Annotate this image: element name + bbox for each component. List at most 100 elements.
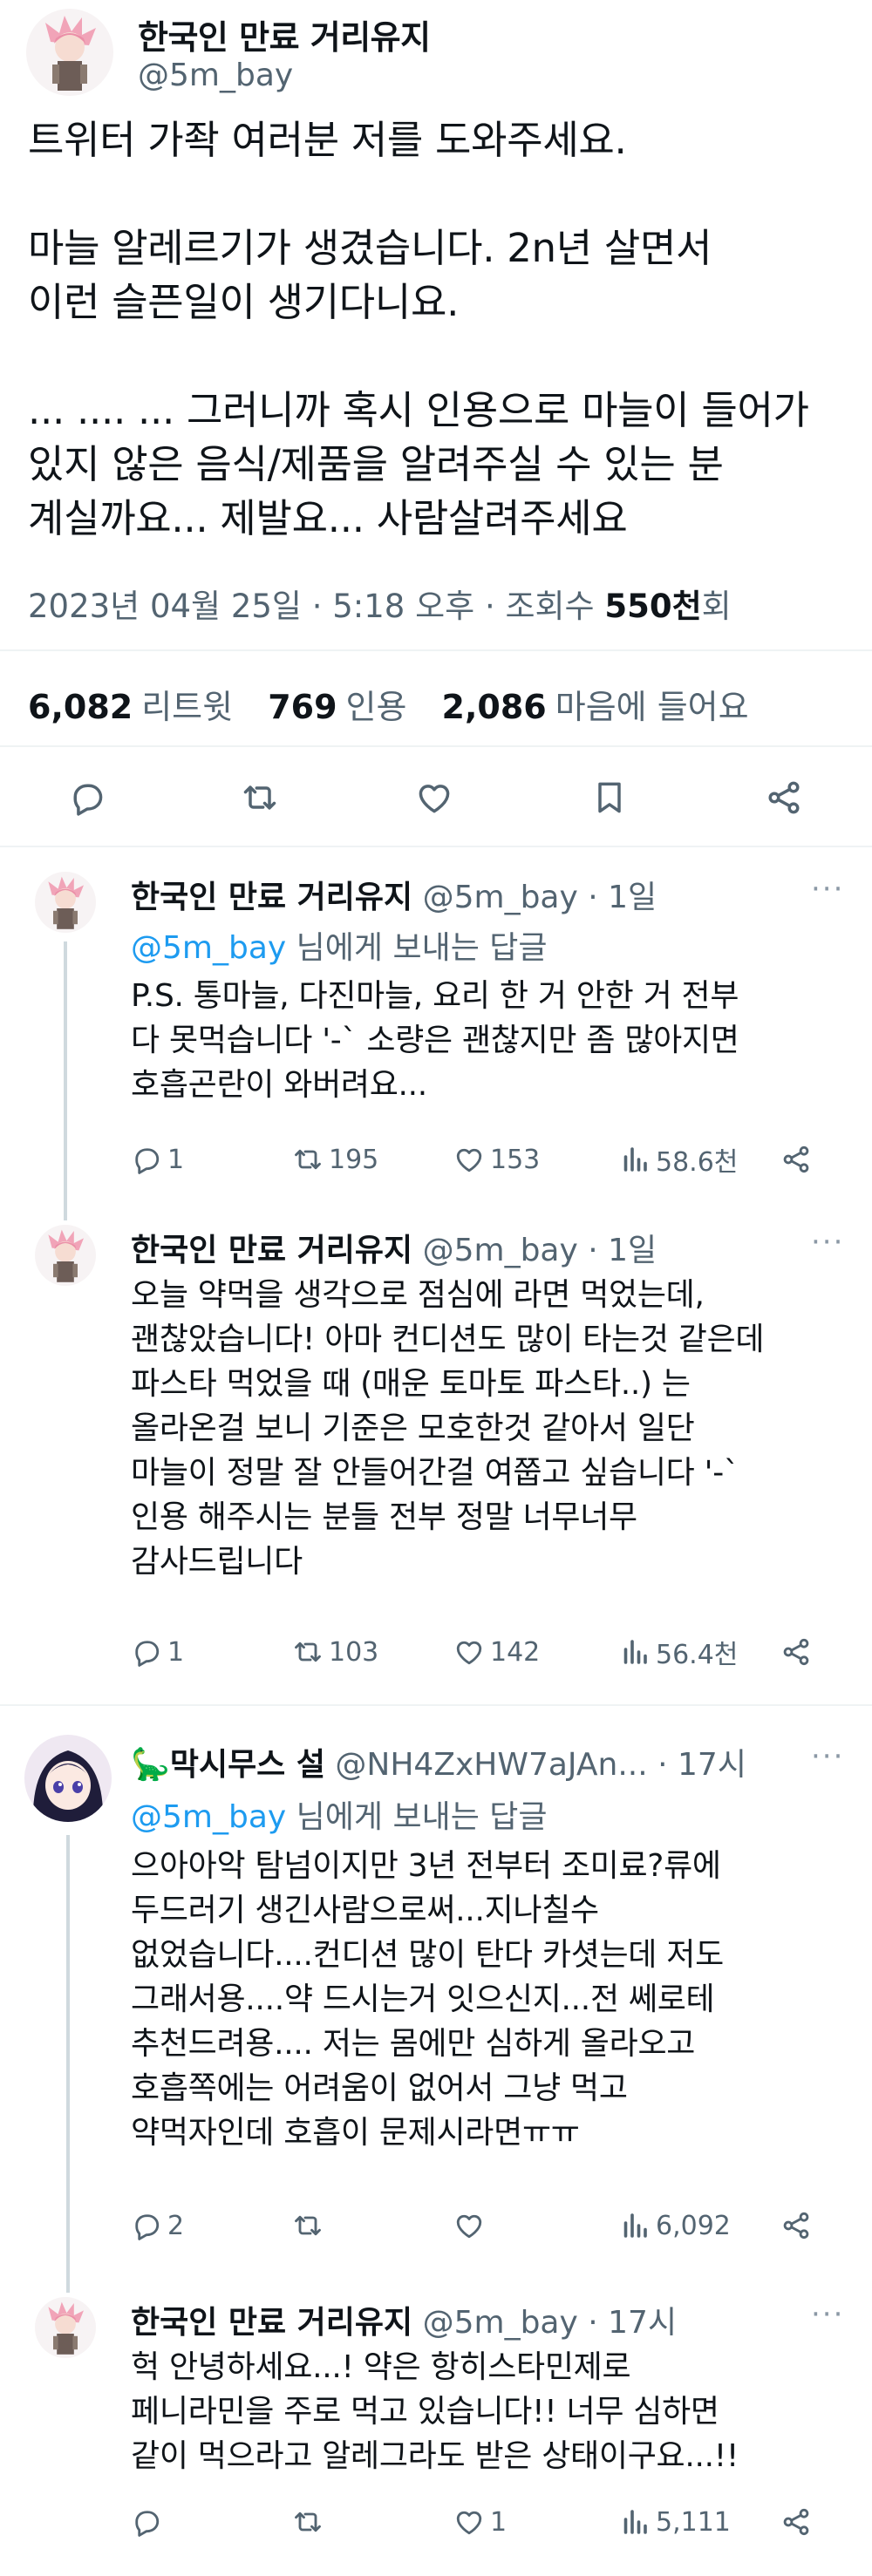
main-author-handle[interactable]: @5m_bay [138, 58, 293, 93]
retweet-button[interactable] [292, 2204, 329, 2247]
like-button[interactable] [404, 767, 465, 828]
reply-button[interactable] [57, 767, 118, 828]
reply-icon [68, 778, 106, 817]
reply-button[interactable]: 1 [131, 1138, 184, 1181]
reply-count: 1 [167, 1636, 185, 1668]
reply-to-line: @5m_bay 님에게 보내는 답글 [131, 1791, 548, 1837]
share-button[interactable] [780, 2500, 817, 2544]
reply-actions: 1 5,111 [131, 2500, 846, 2544]
retweet-button[interactable]: 103 [292, 1630, 378, 1674]
retweet-count: 195 [329, 1144, 379, 1175]
share-icon [780, 1636, 812, 1668]
like-button[interactable] [453, 2204, 490, 2247]
reply-meta[interactable]: @NH4ZxHW7aJAn... · 17시 [335, 1747, 746, 1783]
like-button[interactable]: 153 [453, 1138, 540, 1181]
views-icon [619, 1144, 651, 1175]
reply-header: 🦕막시무스 설 @NH4ZxHW7aJAn... · 17시 [131, 1739, 746, 1784]
main-author-name[interactable]: 한국인 만료 거리유지 [138, 10, 431, 58]
reply-button[interactable]: 2 [131, 2204, 184, 2247]
reply-to-text: 님에게 보내는 답글 [286, 1799, 548, 1835]
like-icon [415, 778, 453, 817]
quotes-label: 인용 [345, 688, 407, 726]
bookmark-icon [590, 778, 629, 817]
more-icon[interactable]: ··· [811, 1225, 844, 1260]
more-icon[interactable]: ··· [811, 1739, 844, 1774]
views-count: 6,092 [656, 2210, 731, 2241]
like-button[interactable]: 1 [453, 2500, 507, 2544]
views-icon [619, 2210, 651, 2241]
divider [0, 745, 872, 747]
bookmark-button[interactable] [579, 767, 640, 828]
main-tweet-stats: 6,082 리트윗 769 인용 2,086 마음에 들어요 [28, 680, 773, 728]
like-button[interactable]: 142 [453, 1630, 540, 1674]
reply-author-name[interactable]: 🦕막시무스 설 [131, 1747, 325, 1783]
retweet-icon [292, 1636, 324, 1668]
more-icon[interactable]: ··· [811, 2297, 844, 2332]
reply-to-text: 님에게 보내는 답글 [286, 930, 548, 966]
reply-button[interactable] [131, 2500, 167, 2544]
retweet-button[interactable]: 195 [292, 1138, 378, 1181]
quotes-stat[interactable]: 769 인용 [268, 688, 406, 726]
reply-header: 한국인 만료 거리유지 @5m_bay · 1일 [131, 1225, 657, 1270]
reply-meta[interactable]: @5m_bay · 1일 [423, 880, 657, 915]
views-button[interactable]: 5,111 [619, 2500, 731, 2544]
retweets-stat[interactable]: 6,082 리트윗 [28, 688, 233, 726]
views-button[interactable]: 58.6천 [619, 1138, 738, 1181]
reply-avatar[interactable] [35, 1225, 96, 1286]
main-author-avatar[interactable] [26, 9, 113, 96]
views-count: 58.6천 [656, 1147, 739, 1178]
share-icon [780, 2506, 812, 2538]
reply-to-link[interactable]: @5m_bay [131, 1799, 286, 1835]
reply-actions: 1 103 142 56.4천 [131, 1630, 846, 1674]
like-icon [453, 2506, 485, 2538]
reply-author-name[interactable]: 한국인 만료 거리유지 [131, 2305, 412, 2341]
reply-actions: 1 195 153 58.6천 [131, 1138, 846, 1181]
share-button[interactable] [780, 1630, 817, 1674]
main-tweet-text: 트위터 가좍 여러분 저를 도와주세요. 마늘 알레르기가 생겼습니다. 2n년… [28, 117, 809, 541]
retweet-icon [292, 2210, 324, 2241]
reply-icon [131, 2506, 162, 2538]
reply-actions: 2 6,092 [131, 2204, 846, 2247]
reply-icon [131, 1144, 162, 1175]
reply-text: 헉 안녕하세요...! 약은 항히스타민제로 페니라민을 주로 먹고 있습니다!… [131, 2349, 739, 2474]
reply-text: 오늘 약먹을 생각으로 점심에 라면 먹었는데, 괜찮았습니다! 아마 컨디션도… [131, 1277, 765, 1580]
main-tweet-view-suffix: 회 [701, 588, 732, 625]
retweet-button[interactable] [292, 2500, 329, 2544]
reply-avatar[interactable] [24, 1735, 112, 1822]
likes-stat[interactable]: 2,086 마음에 들어요 [442, 688, 749, 726]
reply-author-name[interactable]: 한국인 만료 거리유지 [131, 1233, 412, 1268]
views-button[interactable]: 56.4천 [619, 1630, 738, 1674]
reply-text: 으아아악 탐넘이지만 3년 전부터 조미료?류에 두드러기 생긴사람으로써...… [131, 1848, 724, 2151]
like-icon [453, 1636, 485, 1668]
reply-avatar[interactable] [35, 872, 96, 933]
reply-icon [131, 2210, 162, 2241]
share-button[interactable] [780, 1138, 817, 1181]
views-button[interactable]: 6,092 [619, 2204, 731, 2247]
retweet-button[interactable] [229, 767, 290, 828]
like-count: 1 [490, 2506, 508, 2538]
retweet-icon [241, 778, 279, 817]
likes-count: 2,086 [441, 688, 547, 726]
reply-header: 한국인 만료 거리유지 @5m_bay · 1일 [131, 872, 657, 917]
main-tweet-timestamp[interactable]: 2023년 04월 25일 · 5:18 오후 · 조회수 [28, 588, 604, 625]
retweet-icon [292, 1144, 324, 1175]
retweets-label: 리트윗 [141, 688, 234, 726]
reply-count: 1 [167, 1144, 185, 1175]
reply-author-name[interactable]: 한국인 만료 거리유지 [131, 880, 412, 915]
reply-meta[interactable]: @5m_bay · 1일 [423, 1233, 657, 1268]
reply-meta[interactable]: @5m_bay · 17시 [423, 2305, 677, 2341]
reply-text: P.S. 통마늘, 다진마늘, 요리 한 거 안한 거 전부 다 못먹습니다 '… [131, 978, 739, 1103]
reply-button[interactable]: 1 [131, 1630, 184, 1674]
views-count: 56.4천 [656, 1640, 739, 1670]
reply-avatar[interactable] [35, 2297, 96, 2358]
share-button[interactable] [780, 2204, 817, 2247]
share-icon [765, 778, 803, 817]
more-icon[interactable]: ··· [811, 872, 844, 907]
main-tweet-meta: 2023년 04월 25일 · 5:18 오후 · 조회수 550천회 [28, 580, 732, 627]
views-icon [619, 2506, 651, 2538]
divider [0, 649, 872, 651]
divider [0, 1704, 872, 1706]
share-button[interactable] [753, 767, 814, 828]
thread-line [64, 941, 67, 1220]
reply-to-link[interactable]: @5m_bay [131, 930, 286, 966]
